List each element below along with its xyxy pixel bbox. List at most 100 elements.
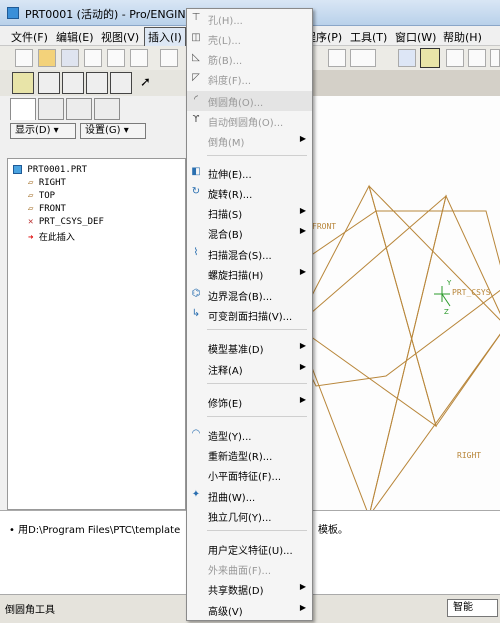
menu-item-warp[interactable]: ✦ 扭曲(W)... (187, 486, 312, 506)
find-icon[interactable] (328, 49, 346, 67)
tree-item-right[interactable]: ▱ RIGHT (28, 178, 66, 188)
menu-item-auto-round[interactable]: ϒ 自动倒圆角(O)... (187, 111, 312, 131)
datum-axis-toggle-icon[interactable] (420, 48, 440, 68)
submenu-arrow-icon: ▶ (299, 206, 306, 215)
tab-favorites[interactable] (66, 98, 92, 120)
menu-file[interactable]: 文件(F) (11, 29, 48, 45)
menu-item-hole[interactable]: ⊤ 孔(H)... (187, 9, 312, 29)
navigator-panel: 显示(D) ▾ 设置(G) ▾ PRT0001.PRT ▱ RIGHT ▱ TO… (0, 96, 186, 510)
open-folder-icon[interactable] (38, 49, 56, 67)
menu-item-annotation[interactable]: 注释(A) ▶ (187, 359, 312, 379)
tree-item-top[interactable]: ▱ TOP (28, 191, 55, 201)
datum-plane-top-left (295, 194, 447, 510)
datum-plane-icon: ▱ (28, 204, 34, 214)
hole-icon: ⊤ (191, 12, 201, 23)
save-icon[interactable] (61, 49, 79, 67)
selection-filter-select[interactable]: 智能 (447, 599, 498, 617)
show-dropdown[interactable]: 显示(D) ▾ (10, 123, 76, 139)
hidden-line-icon[interactable] (38, 72, 60, 94)
status-hint: 倒圆角工具 (5, 605, 55, 616)
tab-folder-browser[interactable] (38, 98, 64, 120)
menu-item-sweep[interactable]: 扫描(S) ▶ (187, 203, 312, 223)
menu-item-round[interactable]: ◜ 倒圆角(O)... (187, 91, 312, 111)
csys-label: PRT_CSYS (452, 288, 491, 297)
part-icon (13, 165, 22, 174)
submenu-arrow-icon: ▶ (299, 341, 306, 350)
tree-item-front[interactable]: ▱ FRONT (28, 204, 66, 214)
tab-connections[interactable] (94, 98, 120, 120)
settings-dropdown[interactable]: 设置(G) ▾ (80, 123, 146, 139)
menu-item-udf[interactable]: 用户定义特征(U)... (187, 539, 312, 559)
menu-item-restyle[interactable]: 重新造型(R)... (187, 445, 312, 465)
front-label: FRONT (312, 222, 336, 231)
csys-toggle-icon[interactable] (446, 49, 464, 67)
tree-item-csys[interactable]: ✕ PRT_CSYS_DEF (28, 217, 104, 227)
variable-sweep-icon: ↳ (191, 308, 201, 319)
regenerate-icon[interactable] (130, 49, 148, 67)
submenu-arrow-icon: ▶ (299, 395, 306, 404)
display-toolbar: ➚ (0, 70, 190, 96)
wireframe-icon[interactable] (12, 72, 34, 94)
menu-item-variable-section-sweep[interactable]: ↳ 可变剖面扫描(V)... (187, 305, 312, 325)
selection-box-icon[interactable] (350, 49, 376, 67)
swept-blend-icon: ⌇ (193, 247, 199, 258)
context-help-icon[interactable]: ➚ (140, 75, 151, 90)
menu-separator (207, 383, 307, 384)
menu-item-rib[interactable]: ◺ 筋(B)... (187, 49, 312, 69)
undo-icon[interactable] (160, 49, 178, 67)
insert-menu: ⊤ 孔(H)... ◫ 壳(L)... ◺ 筋(B)... ◸ 斜度(F)... ◜ 倒圆… (186, 8, 313, 621)
menu-item-revolve[interactable]: ↻ 旋转(R)... (187, 183, 312, 203)
menu-separator (207, 329, 307, 330)
menu-view[interactable]: 视图(V) (101, 29, 139, 45)
menu-item-extrude[interactable]: ◧ 拉伸(E)... (187, 163, 312, 183)
menu-item-shell[interactable]: ◫ 壳(L)... (187, 29, 312, 49)
menu-item-helical-sweep[interactable]: 螺旋扫描(H) ▶ (187, 264, 312, 284)
tree-item-insert-here[interactable]: ➜ 在此插入 (28, 230, 75, 243)
email-icon[interactable] (107, 49, 125, 67)
menu-item-blend[interactable]: 混合(B) ▶ (187, 223, 312, 243)
menu-insert[interactable]: 插入(I) (144, 27, 186, 47)
menu-edit[interactable]: 编辑(E) (56, 29, 94, 45)
print-icon[interactable] (84, 49, 102, 67)
menu-item-swept-blend[interactable]: ⌇ 扫描混合(S)... (187, 244, 312, 264)
new-file-icon[interactable] (15, 49, 33, 67)
csys-icon: ✕ (28, 217, 34, 227)
shading-icon[interactable] (86, 72, 108, 94)
extrude-icon: ◧ (191, 166, 201, 177)
rib-icon: ◺ (192, 52, 200, 63)
menu-item-advanced[interactable]: 高级(V) ▶ (187, 600, 312, 620)
zoom-out-icon[interactable] (490, 49, 500, 67)
menu-item-model-datum[interactable]: 模型基准(D) ▶ (187, 338, 312, 358)
menu-item-boundary-blend[interactable]: ⌬ 边界混合(B)... (187, 285, 312, 305)
menu-item-foreign-surface[interactable]: 外来曲面(F)... (187, 559, 312, 579)
saved-views-icon[interactable] (110, 72, 132, 94)
menu-item-facet-feature[interactable]: 小平面特征(F)... (187, 465, 312, 485)
menu-item-cosmetic[interactable]: 修饰(E) ▶ (187, 392, 312, 412)
tab-model-tree[interactable] (10, 98, 36, 120)
menu-help[interactable]: 帮助(H) (443, 29, 482, 45)
datum-plane-right-right (368, 185, 500, 428)
menu-item-draft[interactable]: ◸ 斜度(F)... (187, 69, 312, 89)
submenu-arrow-icon: ▶ (299, 226, 306, 235)
zoom-in-icon[interactable] (468, 49, 486, 67)
message-line: • 用D:\Program Files\PTC\template (9, 525, 181, 536)
submenu-arrow-icon: ▶ (299, 582, 306, 591)
menu-separator (207, 416, 307, 417)
submenu-arrow-icon: ▶ (299, 603, 306, 612)
app-icon (7, 7, 19, 19)
menu-item-shared-data[interactable]: 共享数据(D) ▶ (187, 579, 312, 599)
shell-icon: ◫ (191, 32, 201, 43)
y-axis-label: Y (446, 279, 452, 287)
csys-z-axis (441, 293, 451, 307)
no-hidden-icon[interactable] (62, 72, 84, 94)
datum-plane-icon[interactable] (398, 49, 416, 67)
menu-window[interactable]: 窗口(W) (395, 29, 436, 45)
datum-plane-icon: ▱ (28, 191, 34, 201)
menu-item-chamfer[interactable]: 倒角(M) ▶ (187, 131, 312, 151)
menu-item-independent-geometry[interactable]: 独立几何(Y)... (187, 506, 312, 526)
tree-item-part[interactable]: PRT0001.PRT (13, 165, 87, 175)
menu-item-style[interactable]: ◠ 造型(Y)... (187, 425, 312, 445)
insert-arrow-icon: ➜ (28, 233, 34, 243)
message-line-end: 模板。 (318, 525, 348, 536)
menu-tools[interactable]: 工具(T) (350, 29, 387, 45)
